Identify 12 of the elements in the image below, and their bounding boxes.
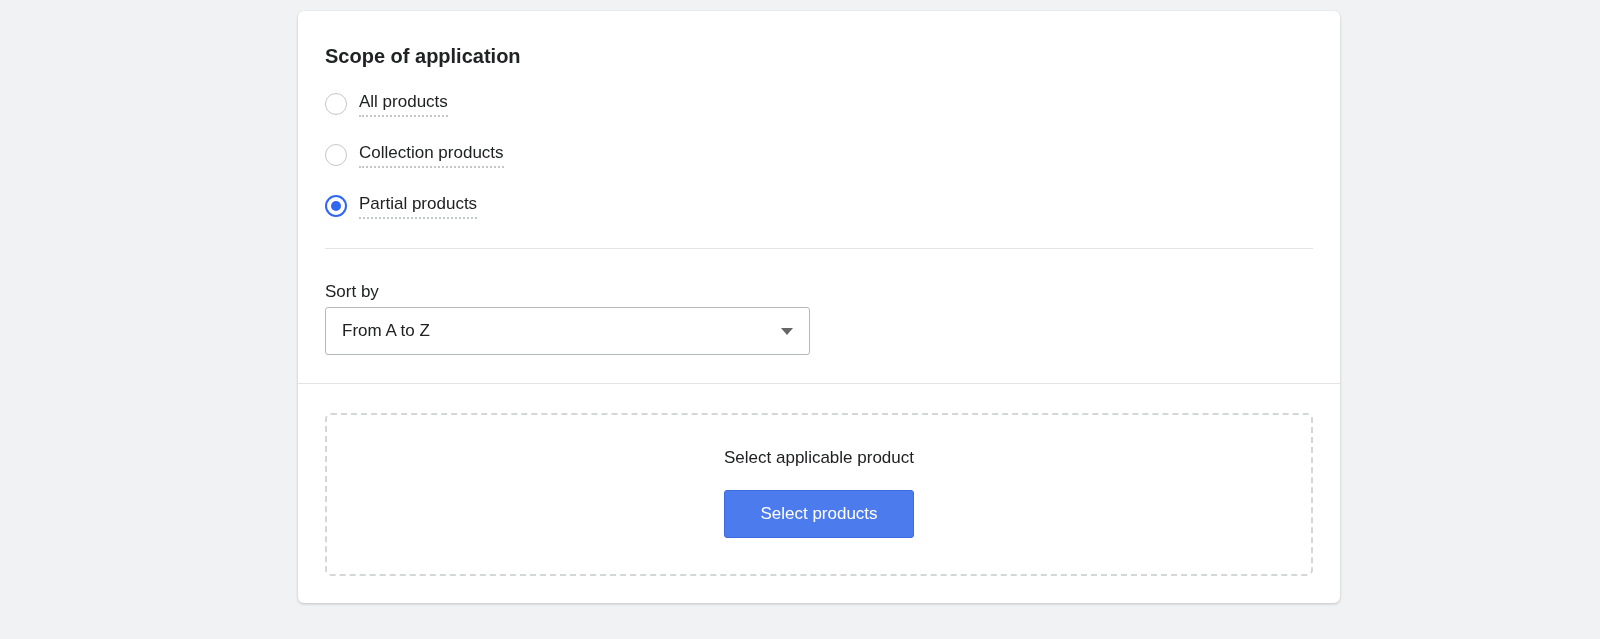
radio-button[interactable]	[325, 195, 347, 217]
section-title: Scope of application	[325, 44, 522, 69]
field-label: Sort by	[325, 281, 380, 303]
caret-icon	[781, 327, 793, 335]
prompt-text: Select applicable product	[724, 447, 914, 469]
radio-button[interactable]	[325, 93, 347, 115]
option-label[interactable]: All products	[359, 91, 448, 117]
option-label[interactable]: Partial products	[359, 193, 478, 219]
select-products-button[interactable]: Select products	[724, 490, 914, 538]
sort-dropdown[interactable]: From A to Z	[325, 307, 810, 355]
radio-button[interactable]	[325, 144, 347, 166]
option-label[interactable]: Collection products	[359, 142, 504, 168]
